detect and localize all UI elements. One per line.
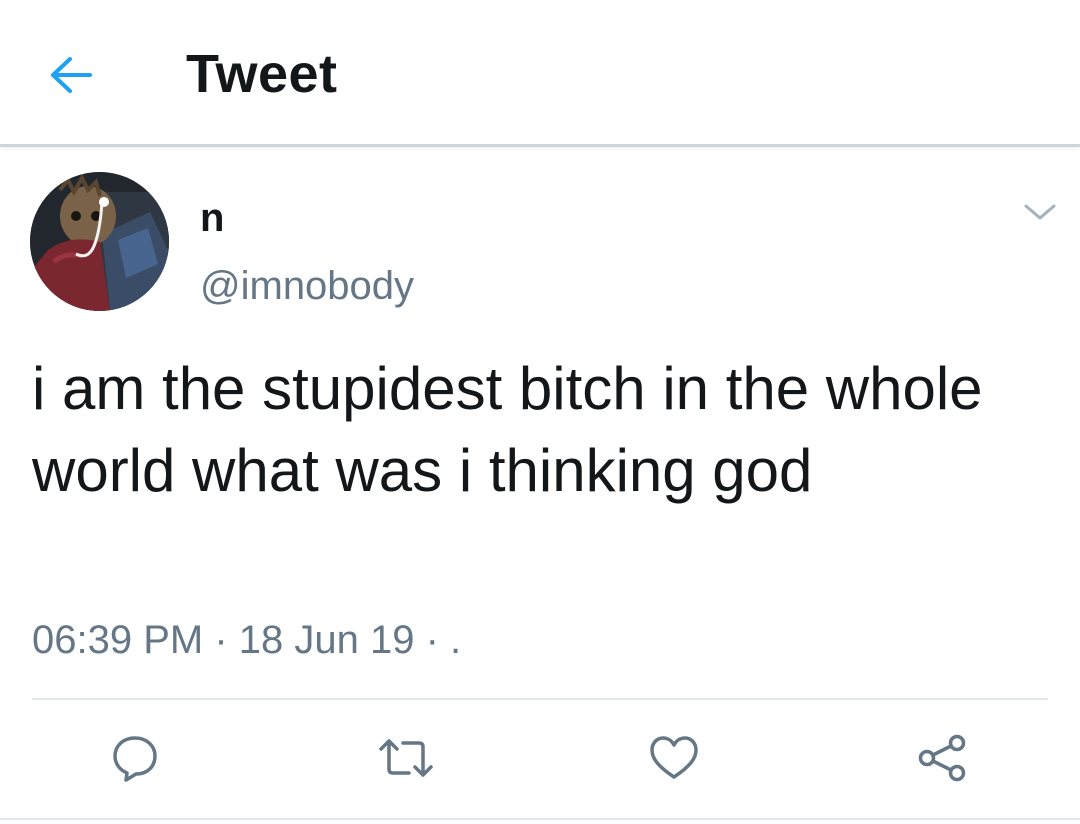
tweet-detail-screen: Tweet n @imnobody i am the stupidest bit… (0, 0, 1080, 824)
tweet-date: 18 Jun 19 (238, 618, 415, 662)
tweet-time: 06:39 PM (32, 618, 204, 662)
heart-icon (650, 736, 698, 779)
reply-button[interactable] (105, 728, 165, 788)
avatar[interactable] (30, 172, 169, 311)
tweet-meta: 06:39 PM · 18 Jun 19 · . (32, 614, 461, 666)
chevron-down-icon (1024, 204, 1056, 220)
actions-divider (32, 698, 1048, 700)
retweet-icon (379, 739, 433, 777)
share-icon (918, 734, 966, 782)
app-header: Tweet (0, 0, 1080, 147)
like-button[interactable] (644, 728, 704, 788)
meta-separator: · (203, 618, 239, 662)
retweet-button[interactable] (373, 728, 439, 788)
profile-avatar-image (30, 172, 169, 311)
page-title: Tweet (186, 44, 338, 104)
author-display-name[interactable]: n (200, 194, 224, 242)
meta-separator: · (414, 618, 451, 662)
bottom-divider (0, 818, 1080, 820)
author-handle[interactable]: @imnobody (200, 262, 414, 310)
reply-icon (113, 736, 157, 782)
tweet-text: i am the stupidest bitch in the whole wo… (32, 355, 983, 504)
tweet-source[interactable]: . (450, 618, 461, 662)
back-button[interactable] (40, 44, 102, 106)
tweet-menu-button[interactable] (1016, 192, 1064, 232)
share-button[interactable] (912, 728, 972, 788)
arrow-left-icon (51, 57, 92, 93)
